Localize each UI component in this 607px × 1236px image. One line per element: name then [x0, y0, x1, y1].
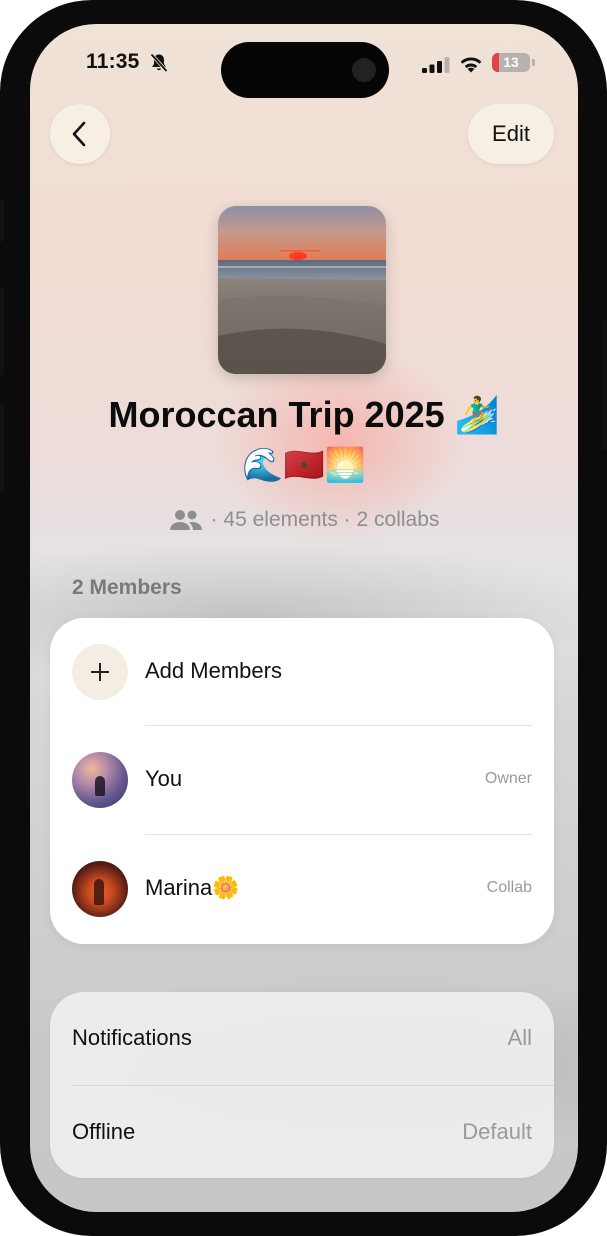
battery-indicator: 13 — [492, 53, 530, 72]
avatar-figure — [95, 776, 105, 796]
avatar — [72, 861, 128, 917]
chevron-left-icon — [72, 121, 86, 147]
status-time: 11:35 — [86, 50, 140, 73]
member-name: You — [145, 766, 183, 791]
trip-meta: · 45 elements · 2 collabs — [70, 508, 538, 538]
member-row[interactable]: You Owner — [50, 726, 554, 835]
trip-cover-image[interactable] — [218, 206, 386, 374]
people-icon — [169, 510, 202, 530]
back-button[interactable] — [50, 104, 110, 164]
avatar — [72, 752, 128, 808]
plus-icon — [99, 663, 101, 681]
add-members-row[interactable]: Add Members — [50, 618, 554, 727]
members-card: Add Members You Owner Marina🌼 Collab — [50, 618, 554, 944]
wifi-icon — [460, 57, 482, 73]
add-member-button[interactable] — [72, 644, 128, 700]
sunset-beach-photo — [218, 206, 386, 374]
notifications-value: All — [507, 1025, 532, 1050]
volume-down-button — [0, 404, 4, 494]
notifications-row[interactable]: Notifications All — [50, 992, 554, 1085]
battery-cap — [532, 59, 535, 66]
battery-percentage: 13 — [503, 54, 519, 70]
front-camera — [352, 58, 376, 82]
edit-button[interactable]: Edit — [468, 104, 554, 164]
volume-up-button — [0, 286, 4, 376]
offline-row[interactable]: Offline Default — [50, 1086, 554, 1179]
add-members-label: Add Members — [145, 658, 282, 683]
member-role: Collab — [486, 879, 532, 896]
bell-slash-icon — [150, 53, 168, 73]
members-section-label: 2 Members — [72, 576, 182, 599]
trip-emojis: 🌊🇲🇦🌅 — [242, 446, 366, 483]
member-name: Marina🌼 — [145, 875, 240, 900]
offline-value: Default — [462, 1119, 532, 1144]
screen: 11:35 13 Edit — [30, 24, 578, 1212]
trip-stats: · 45 elements · 2 collabs — [210, 508, 440, 531]
settings-card: Notifications All Offline Default — [50, 992, 554, 1178]
notifications-label: Notifications — [72, 1025, 192, 1050]
member-role: Owner — [484, 770, 532, 787]
power-button — [602, 320, 607, 450]
trip-title: Moroccan Trip 2025 🏄‍♂️ — [108, 394, 500, 435]
member-row[interactable]: Marina🌼 Collab — [50, 835, 554, 944]
avatar-figure — [94, 879, 104, 905]
cellular-signal-icon — [422, 57, 450, 73]
action-button — [0, 198, 4, 242]
offline-label: Offline — [72, 1119, 136, 1144]
